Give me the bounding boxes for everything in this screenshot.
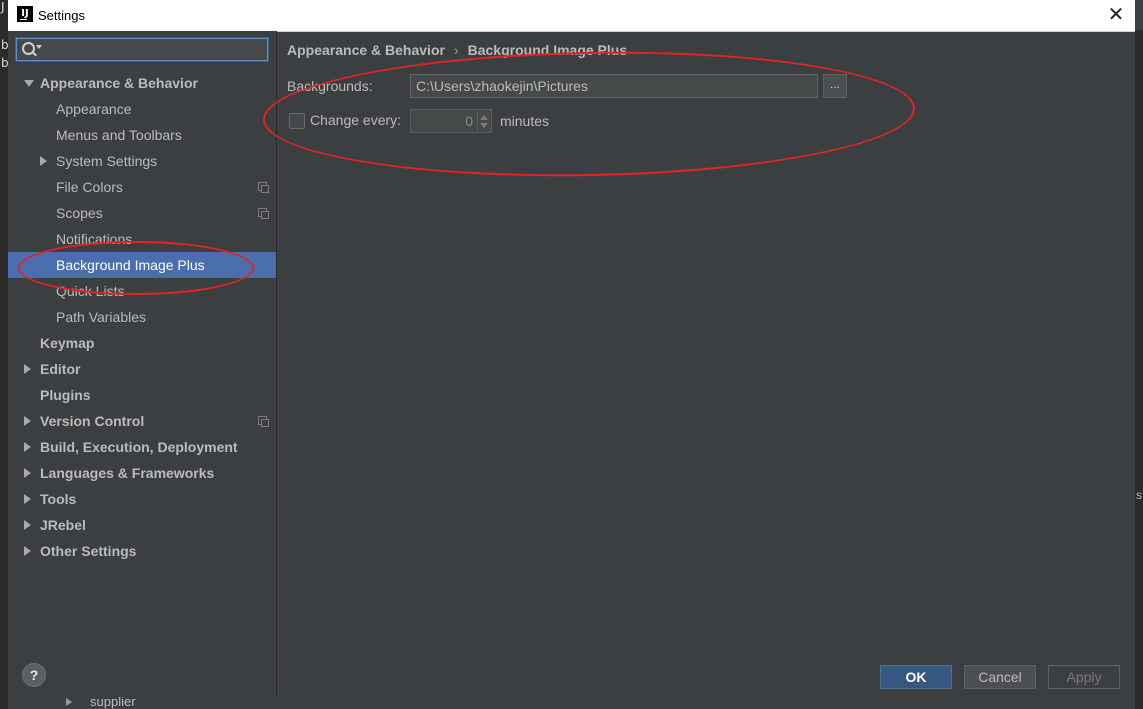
sidebar-item-label: Build, Execution, Deployment: [40, 439, 238, 455]
change-every-label: Change every:: [310, 112, 402, 128]
expand-arrow-right-icon[interactable]: [24, 520, 31, 530]
browse-button[interactable]: ...: [823, 74, 847, 98]
expand-arrow-right-icon[interactable]: [24, 416, 31, 426]
sidebar-item-label: JRebel: [40, 517, 86, 533]
settings-dialog: IJ Settings ✕ Appearance & Behavior Appea…: [8, 0, 1135, 697]
search-options-caret-icon[interactable]: [36, 45, 42, 49]
sidebar-item-label: Other Settings: [40, 543, 137, 559]
change-every-spinner[interactable]: 0: [410, 109, 492, 133]
sidebar-item-file-colors[interactable]: File Colors: [8, 174, 276, 200]
sidebar-item-appearance-behavior[interactable]: Appearance & Behavior: [8, 70, 276, 96]
expand-arrow-right-icon[interactable]: [40, 156, 47, 166]
search-icon[interactable]: [22, 42, 35, 55]
minutes-label: minutes: [500, 113, 550, 129]
project-level-icon: [258, 208, 269, 219]
backgrounds-label: Backgrounds:: [287, 78, 373, 94]
sidebar-item-languages-frameworks[interactable]: Languages & Frameworks: [8, 460, 276, 486]
tree-arrow-icon: [66, 698, 72, 706]
help-icon[interactable]: ?: [22, 663, 46, 687]
sidebar-item-appearance[interactable]: Appearance: [8, 96, 276, 122]
sidebar-item-other-settings[interactable]: Other Settings: [8, 538, 276, 564]
sidebar-item-label: Path Variables: [56, 309, 147, 325]
breadcrumb: Appearance & Behavior › Background Image P…: [287, 42, 627, 58]
sidebar-item-label: Notifications: [56, 231, 133, 247]
title-bar[interactable]: IJ Settings ✕: [8, 0, 1135, 32]
sidebar-item-version-control[interactable]: Version Control: [8, 408, 276, 434]
sidebar-item-label: Appearance & Behavior: [40, 75, 198, 91]
window-title: Settings: [38, 8, 85, 23]
sidebar-item-label: Editor: [40, 361, 81, 377]
background-ide-tree: supplier: [8, 694, 1135, 709]
spinner-arrows[interactable]: [477, 111, 490, 131]
settings-sidebar: Appearance & Behavior Appearance Menus and…: [8, 31, 277, 697]
sidebar-item-label: Appearance: [56, 101, 132, 117]
settings-content: Appearance & Behavior › Background Image P…: [277, 31, 1135, 697]
breadcrumb-separator: ›: [453, 42, 459, 58]
sidebar-item-path-variables[interactable]: Path Variables: [8, 304, 276, 330]
sidebar-item-menus-and-toolbars[interactable]: Menus and Toolbars: [8, 122, 276, 148]
search-input[interactable]: [16, 38, 268, 61]
spinner-down-icon[interactable]: [480, 123, 488, 128]
expand-arrow-right-icon[interactable]: [24, 364, 31, 374]
apply-button[interactable]: Apply: [1048, 665, 1120, 689]
sidebar-item-quick-lists[interactable]: Quick Lists: [8, 278, 276, 304]
background-letter: s: [1136, 488, 1142, 502]
sidebar-item-scopes[interactable]: Scopes: [8, 200, 276, 226]
sidebar-item-label: System Settings: [56, 153, 158, 169]
sidebar-item-label: Version Control: [40, 413, 145, 429]
ok-button[interactable]: OK: [880, 665, 952, 689]
background-ide-right-strip: s: [1135, 30, 1143, 709]
intellij-idea-icon: IJ: [17, 6, 33, 22]
cancel-button[interactable]: Cancel: [964, 665, 1036, 689]
sidebar-item-build-execution-deployment[interactable]: Build, Execution, Deployment: [8, 434, 276, 460]
expand-arrow-down-icon[interactable]: [24, 80, 34, 87]
project-level-icon: [258, 416, 269, 427]
sidebar-item-label: Plugins: [40, 387, 91, 403]
spinner-value: 0: [465, 113, 473, 129]
breadcrumb-parent: Appearance & Behavior: [287, 42, 445, 58]
expand-arrow-right-icon[interactable]: [24, 546, 31, 556]
sidebar-item-label: Menus and Toolbars: [56, 127, 182, 143]
sidebar-item-label: Keymap: [40, 335, 95, 351]
settings-tree: Appearance & Behavior Appearance Menus and…: [8, 70, 276, 564]
sidebar-item-jrebel[interactable]: JRebel: [8, 512, 276, 538]
sidebar-item-label: File Colors: [56, 179, 123, 195]
sidebar-item-keymap[interactable]: Keymap: [8, 330, 276, 356]
expand-arrow-right-icon[interactable]: [24, 468, 31, 478]
sidebar-item-label: Scopes: [56, 205, 103, 221]
expand-arrow-right-icon[interactable]: [24, 494, 31, 504]
background-letter: J: [1, 0, 5, 14]
backgrounds-path-field[interactable]: C:\Users\zhaokejin\Pictures: [410, 74, 818, 98]
sidebar-item-label: Tools: [40, 491, 77, 507]
spinner-up-icon[interactable]: [480, 115, 488, 120]
project-level-icon: [258, 182, 269, 193]
sidebar-item-background-image-plus[interactable]: Background Image Plus: [8, 252, 276, 278]
breadcrumb-current: Background Image Plus: [467, 42, 628, 58]
sidebar-item-editor[interactable]: Editor: [8, 356, 276, 382]
sidebar-item-label: Background Image Plus: [56, 257, 205, 273]
sidebar-item-tools[interactable]: Tools: [8, 486, 276, 512]
background-ide-left-strip: J b b: [0, 0, 9, 709]
sidebar-item-system-settings[interactable]: System Settings: [8, 148, 276, 174]
sidebar-item-label: Languages & Frameworks: [40, 465, 215, 481]
sidebar-item-plugins[interactable]: Plugins: [8, 382, 276, 408]
expand-arrow-right-icon[interactable]: [24, 442, 31, 452]
close-icon[interactable]: ✕: [1105, 4, 1127, 26]
sidebar-item-label: Quick Lists: [56, 283, 125, 299]
change-every-checkbox[interactable]: [289, 113, 305, 129]
sidebar-item-notifications[interactable]: Notifications: [8, 226, 276, 252]
